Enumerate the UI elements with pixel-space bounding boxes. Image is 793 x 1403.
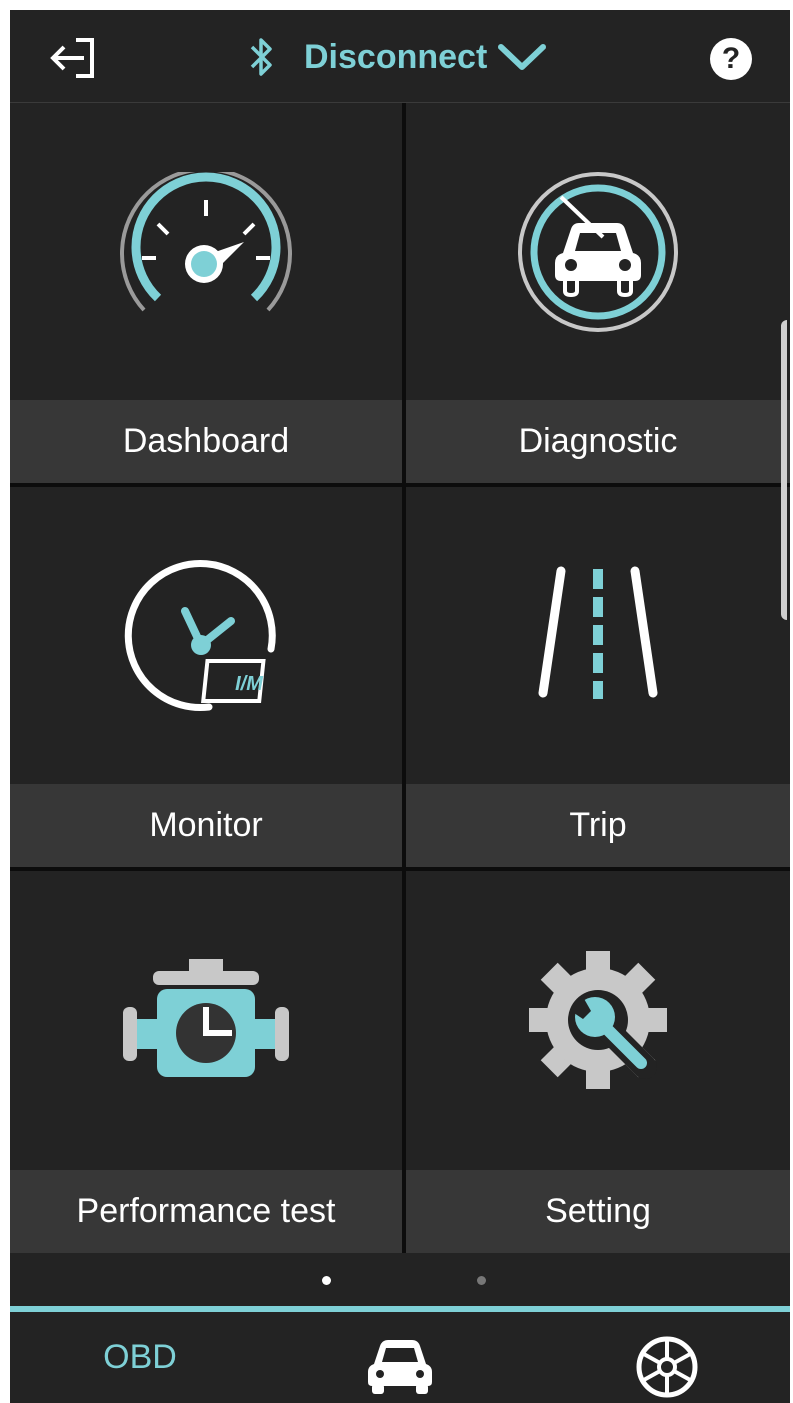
connection-status-label: Disconnect (304, 37, 488, 76)
tile-monitor[interactable]: I/M Monitor (10, 487, 402, 867)
logout-arrow-icon[interactable] (48, 34, 104, 82)
tile-performance-test[interactable]: Performance test (10, 871, 402, 1253)
pager-dot-active[interactable] (322, 1276, 331, 1285)
tile-setting[interactable]: Setting (406, 871, 790, 1253)
tile-label: Setting (406, 1170, 790, 1253)
tile-label: Trip (406, 784, 790, 867)
nav-tab-obd[interactable]: OBD (70, 1338, 210, 1377)
grid-divider-horizontal (10, 867, 790, 871)
tile-icon-area: I/M (10, 487, 402, 784)
side-edge-handle[interactable] (781, 320, 787, 620)
help-button[interactable]: ? (710, 38, 752, 80)
grid-divider-vertical (402, 103, 406, 1253)
tile-icon-area (10, 871, 402, 1168)
car-diagnostic-icon (518, 171, 678, 332)
chevron-down-icon (498, 44, 547, 70)
tile-label: Monitor (10, 784, 402, 867)
speedometer-icon (120, 171, 292, 311)
engine-icon (123, 958, 289, 1077)
tile-icon-area (10, 103, 402, 400)
tile-dashboard[interactable]: Dashboard (10, 103, 402, 483)
tile-label: Diagnostic (406, 400, 790, 483)
tile-icon-area (406, 871, 790, 1168)
top-bar: Disconnect ? (10, 10, 790, 103)
tile-icon-area (406, 487, 790, 784)
tile-trip[interactable]: Trip (406, 487, 790, 867)
bottom-nav: OBD (10, 1312, 790, 1403)
tile-diagnostic[interactable]: Diagnostic (406, 103, 790, 483)
tile-label: Performance test (10, 1170, 402, 1253)
monitor-badge-text: I/M (235, 673, 264, 695)
bluetooth-icon (250, 38, 272, 76)
road-icon (538, 566, 658, 699)
car-icon[interactable] (366, 1334, 434, 1394)
tile-label: Dashboard (10, 400, 402, 483)
app-screen: Disconnect ? Dashboard Diagnostic I/M Mo… (10, 10, 790, 1403)
steering-wheel-icon[interactable] (634, 1334, 700, 1400)
connection-dropdown[interactable]: Disconnect (246, 32, 547, 82)
tile-icon-area (406, 103, 790, 400)
im-monitor-icon: I/M (124, 559, 276, 711)
grid-divider-horizontal (10, 483, 790, 487)
pager-dot[interactable] (477, 1276, 486, 1285)
feature-grid: Dashboard Diagnostic I/M Monitor Trip Pe… (10, 103, 790, 1253)
gear-wrench-icon (529, 950, 667, 1089)
